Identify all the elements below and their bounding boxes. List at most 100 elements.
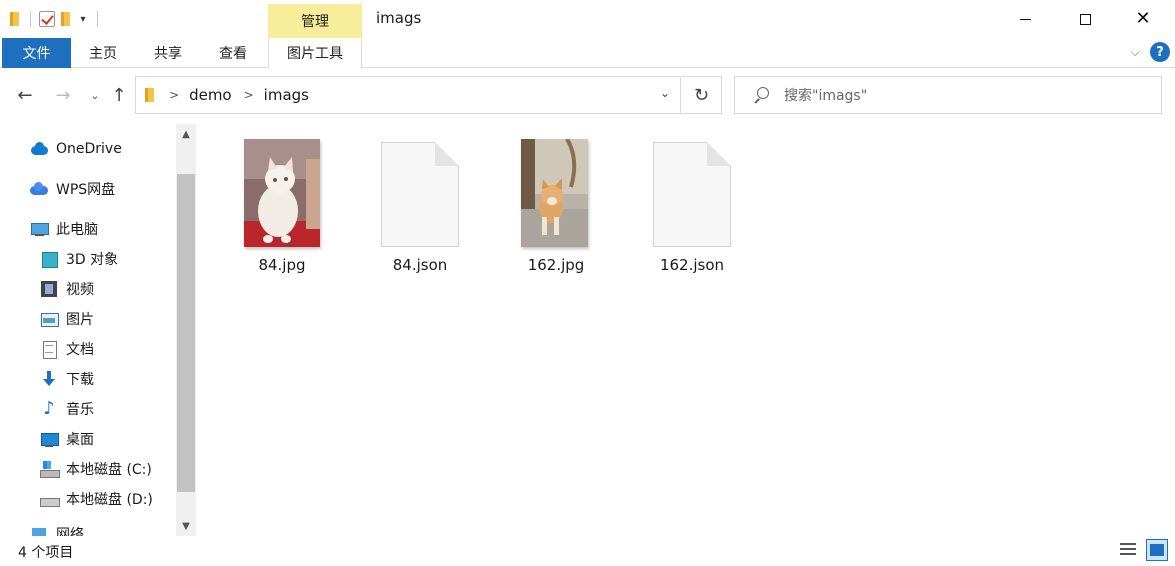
- properties-check-icon[interactable]: [39, 11, 55, 27]
- navigation-scrollbar[interactable]: ▲ ▼: [176, 124, 196, 536]
- large-icons-view-icon[interactable]: [1146, 539, 1168, 561]
- chevron-right-icon[interactable]: >: [169, 88, 179, 102]
- recent-locations-button[interactable]: ⌄: [82, 82, 108, 108]
- sidebar-item-label: 桌面: [66, 432, 94, 448]
- network-icon: [30, 524, 48, 536]
- folder-icon: [143, 87, 157, 103]
- this-pc-icon: [30, 220, 49, 238]
- minimize-button[interactable]: [1002, 0, 1048, 38]
- sidebar-item-label: 本地磁盘 (D:): [66, 492, 153, 508]
- file-name: 162.jpg: [527, 256, 585, 274]
- address-dropdown-icon[interactable]: ⌄: [660, 86, 670, 100]
- toolbar-divider: [97, 11, 98, 27]
- file-item[interactable]: 162.jpg: [496, 136, 616, 281]
- maximize-button[interactable]: [1062, 0, 1108, 38]
- downloads-icon: [40, 370, 58, 388]
- tab-picture-tools[interactable]: 图片工具: [268, 38, 362, 68]
- navigation-pane: OneDrive WPS网盘 此电脑 3D 对象 视频 图片 文档 下载 ♪ 音…: [0, 124, 196, 536]
- sidebar-item-label: 3D 对象: [66, 252, 119, 268]
- documents-icon: [40, 340, 58, 359]
- sidebar-item-wps[interactable]: WPS网盘: [30, 176, 115, 202]
- chevron-down-icon[interactable]: ⌵: [1126, 43, 1144, 61]
- refresh-button[interactable]: ↻: [682, 76, 722, 114]
- tab-view[interactable]: 查看: [202, 38, 264, 68]
- kitten-white-thumbnail: [244, 139, 320, 247]
- customize-dropdown-icon[interactable]: ▾: [77, 14, 89, 25]
- breadcrumb-demo[interactable]: demo: [189, 86, 232, 104]
- scroll-down-button[interactable]: ▼: [176, 516, 196, 536]
- document-icon: [653, 142, 731, 247]
- help-icon[interactable]: ?: [1150, 42, 1170, 62]
- scroll-up-button[interactable]: ▲: [176, 124, 196, 144]
- file-item[interactable]: 84.json: [360, 136, 480, 281]
- wps-cloud-icon: [30, 180, 48, 198]
- forward-button[interactable]: →: [50, 82, 76, 108]
- back-button[interactable]: ←: [12, 82, 38, 108]
- sidebar-item-desktop[interactable]: 桌面: [40, 426, 94, 452]
- sidebar-item-label: 音乐: [66, 402, 94, 418]
- quick-access-toolbar: ▾: [8, 8, 102, 30]
- sidebar-item-drive-c[interactable]: 本地磁盘 (C:): [40, 456, 152, 482]
- new-folder-icon[interactable]: [59, 12, 73, 26]
- item-count: 4 个项目: [18, 545, 74, 561]
- close-button[interactable]: ✕: [1120, 0, 1166, 38]
- status-bar: 4 个项目: [0, 536, 1175, 566]
- details-view-icon[interactable]: [1118, 541, 1138, 559]
- music-icon: ♪: [43, 398, 55, 419]
- search-icon: [753, 87, 769, 103]
- kitten-orange-thumbnail: [521, 139, 588, 247]
- file-name: 162.json: [659, 256, 725, 274]
- address-bar[interactable]: > demo > imags ⌄: [135, 76, 681, 114]
- search-input[interactable]: 搜索"imags": [734, 76, 1162, 114]
- sidebar-item-pictures[interactable]: 图片: [40, 306, 94, 332]
- breadcrumb-imags[interactable]: imags: [264, 86, 309, 104]
- sidebar-item-network[interactable]: 网络: [30, 524, 84, 536]
- sidebar-item-label: OneDrive: [56, 141, 122, 157]
- sidebar-item-videos[interactable]: 视频: [40, 276, 94, 302]
- onedrive-cloud-icon: [30, 140, 48, 158]
- image-thumbnail: [521, 139, 588, 247]
- sidebar-item-label: 此电脑: [56, 222, 98, 238]
- sidebar-item-documents[interactable]: 文档: [40, 336, 94, 362]
- 3d-objects-icon: [40, 250, 58, 268]
- sidebar-item-label: 视频: [66, 282, 94, 298]
- window-title: imags: [376, 9, 422, 27]
- minimize-icon: [1019, 18, 1031, 20]
- tab-home[interactable]: 主页: [72, 38, 134, 68]
- document-icon: [381, 142, 459, 247]
- sidebar-item-this-pc[interactable]: 此电脑: [30, 216, 98, 242]
- sidebar-item-label: 网络: [56, 527, 84, 536]
- file-name: 84.json: [392, 256, 448, 274]
- contextual-tab-manage[interactable]: 管理: [268, 4, 362, 38]
- folder-icon[interactable]: [8, 12, 22, 26]
- ribbon-tab-bar: 文件 主页 共享 查看 图片工具 ⌵ ?: [0, 38, 1175, 68]
- image-thumbnail: [244, 139, 320, 247]
- sidebar-item-3d-objects[interactable]: 3D 对象: [40, 246, 118, 272]
- file-item[interactable]: 162.json: [632, 136, 752, 281]
- drive-c-icon: [40, 460, 60, 478]
- file-name: 84.jpg: [258, 256, 306, 274]
- sidebar-item-music[interactable]: ♪ 音乐: [40, 396, 94, 422]
- sidebar-item-label: 文档: [66, 342, 94, 358]
- title-bar: ▾ 管理 imags ✕: [0, 0, 1175, 38]
- pictures-icon: [40, 310, 59, 328]
- video-icon: [40, 280, 58, 298]
- toolbar-divider: [30, 11, 31, 27]
- tab-share[interactable]: 共享: [136, 38, 200, 68]
- sidebar-item-onedrive[interactable]: OneDrive: [30, 136, 122, 162]
- search-placeholder: 搜索"imags": [784, 88, 868, 104]
- drive-d-icon: [40, 490, 60, 508]
- sidebar-item-label: WPS网盘: [56, 182, 116, 198]
- sidebar-item-label: 本地磁盘 (C:): [66, 462, 152, 478]
- scroll-thumb[interactable]: [177, 174, 195, 492]
- sidebar-item-downloads[interactable]: 下载: [40, 366, 94, 392]
- file-item[interactable]: 84.jpg: [222, 136, 342, 281]
- tab-file[interactable]: 文件: [2, 38, 71, 68]
- close-icon: ✕: [1135, 8, 1151, 29]
- chevron-right-icon[interactable]: >: [244, 88, 254, 102]
- desktop-icon: [40, 430, 59, 448]
- sidebar-item-label: 下载: [66, 372, 94, 388]
- up-button[interactable]: ↑: [106, 82, 132, 108]
- sidebar-item-label: 图片: [66, 312, 94, 328]
- sidebar-item-drive-d[interactable]: 本地磁盘 (D:): [40, 486, 153, 512]
